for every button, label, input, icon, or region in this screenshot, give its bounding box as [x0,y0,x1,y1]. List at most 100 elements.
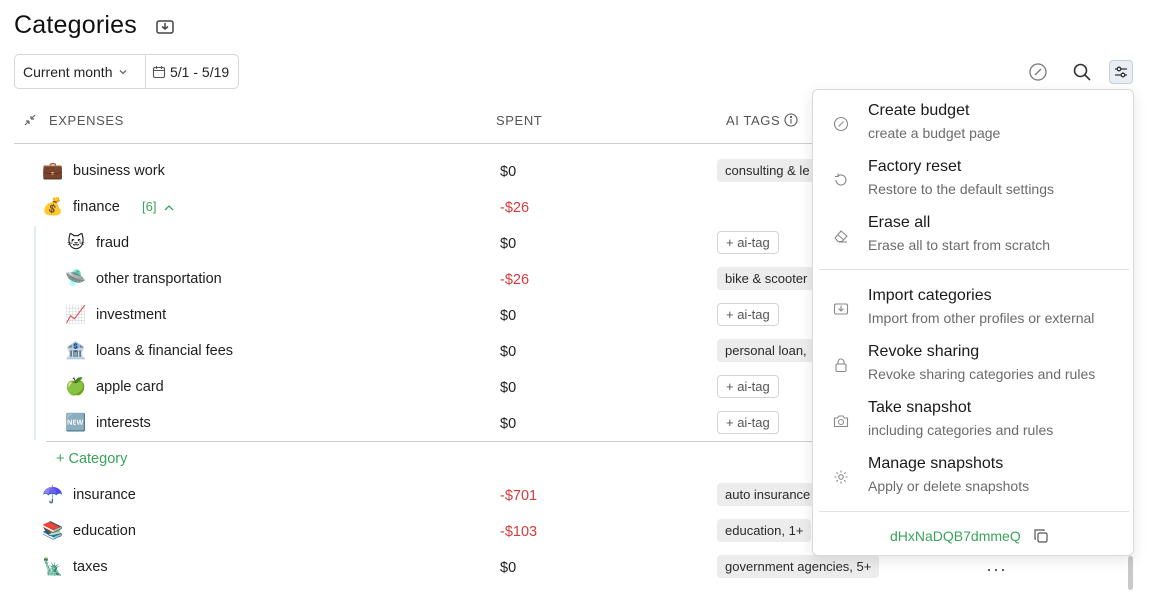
spent-amount: $0 [500,380,517,396]
row-more-options-icon[interactable]: ··· [986,559,1007,580]
category-emoji: 🛸 [65,269,87,288]
date-filter: Current month 5/1 - 5/19 [14,54,239,89]
info-icon[interactable] [784,113,798,127]
budget-toggle-icon[interactable] [1026,60,1050,84]
ai-tag-chip[interactable]: auto insurance [717,483,819,506]
menu-item-subtitle: Erase all to start from scratch [868,237,1051,253]
category-emoji: 🆕 [65,413,87,432]
category-name: interests [96,415,151,431]
menu-item-manage-snapshots[interactable]: Manage snapshots Apply or delete snapsho… [813,453,1133,505]
budget-icon [833,116,849,132]
menu-item-subtitle: Import from other profiles or external [868,310,1095,326]
spent-amount: $0 [500,308,517,324]
category-name: education [73,523,136,539]
spent-amount: $0 [500,416,517,432]
category-name: apple card [96,379,164,395]
spent-amount: $0 [500,344,517,360]
menu-item-subtitle: including categories and rules [868,422,1054,438]
download-icon[interactable] [155,17,175,37]
chevron-up-icon[interactable] [163,203,175,213]
ai-tag-chip[interactable]: education, 1+ [717,519,812,542]
import-icon [833,303,849,315]
share-token[interactable]: dHxNaDQB7dmmeQ [890,528,1021,544]
category-emoji: 🍏 [65,377,87,396]
table-row[interactable]: 📚 education -$103 education, 1+ [0,514,812,550]
table-row[interactable]: 🛸 other transportation -$26 bike & scoot… [0,262,816,298]
copy-icon[interactable] [1033,528,1049,544]
menu-item-subtitle: create a budget page [868,125,1001,141]
eraser-icon [834,230,848,243]
menu-item-subtitle: Apply or delete snapshots [868,478,1030,494]
category-name: finance [73,199,120,215]
table-row[interactable]: 📈 investment $0 + ai-tag [0,298,812,334]
add-ai-tag-button[interactable]: + ai-tag [717,411,779,434]
collapse-icon[interactable] [23,113,37,127]
menu-item-title: Factory reset [868,158,962,175]
settings-sliders-icon[interactable] [1109,60,1133,84]
menu-item-create-budget[interactable]: Create budget create a budget page [813,100,1133,152]
menu-item-subtitle: Revoke sharing categories and rules [868,366,1096,382]
table-row[interactable]: 🐱 fraud $0 + ai-tag [0,226,812,262]
menu-divider [819,269,1129,270]
spent-amount: $0 [500,236,517,252]
menu-item-title: Import categories [868,287,992,304]
menu-item-subtitle: Restore to the default settings [868,181,1054,197]
period-label: Current month [23,63,113,80]
category-name: insurance [73,487,136,503]
page-title: Categories [14,11,137,39]
menu-item-title: Erase all [868,214,931,231]
category-name: investment [96,307,167,323]
search-icon[interactable] [1070,60,1094,84]
add-ai-tag-button[interactable]: + ai-tag [717,231,779,254]
gear-icon [834,470,848,484]
spent-amount: -$26 [500,200,530,216]
spent-amount: -$701 [500,488,538,504]
menu-item-erase-all[interactable]: Erase all Erase all to start from scratc… [813,212,1133,264]
table-row[interactable]: 🏦 loans & financial fees $0 personal loa… [0,334,815,370]
table-row[interactable]: ☂️ insurance -$701 auto insurance [0,478,819,514]
category-emoji: 💼 [42,161,64,180]
spent-amount: $0 [500,164,517,180]
table-row[interactable]: 💰 finance [6] -$26 [0,190,812,226]
menu-item-title: Take snapshot [868,399,972,416]
ai-tag-chip[interactable]: bike & scooter [717,267,816,290]
ai-tag-chip[interactable]: consulting & le [717,159,818,182]
ai-tag-chip[interactable]: personal loan, [717,339,815,362]
subcategory-count: [6] [142,199,157,214]
table-row[interactable]: 🍏 apple card $0 + ai-tag [0,370,812,406]
category-emoji: 📈 [65,305,87,324]
menu-item-title: Manage snapshots [868,455,1004,472]
category-emoji: 🗽 [42,557,64,576]
category-emoji: ☂️ [42,485,64,504]
ai-tag-chip[interactable]: government agencies, 5+ [717,555,880,578]
category-name: fraud [96,235,130,251]
menu-item-revoke-sharing[interactable]: Revoke sharing Revoke sharing categories… [813,341,1133,393]
add-ai-tag-button[interactable]: + ai-tag [717,375,779,398]
menu-item-import-categories[interactable]: Import categories Import from other prof… [813,285,1133,337]
reset-icon [835,173,847,186]
subcategory-divider [46,441,812,442]
col-spent[interactable]: SPENT [496,113,542,128]
col-ai-tags[interactable]: AI TAGS [726,113,780,128]
scrollbar[interactable] [1128,556,1133,590]
spent-amount: $0 [500,560,517,576]
add-ai-tag-button[interactable]: + ai-tag [717,303,779,326]
chevron-down-icon [120,69,127,74]
spent-amount: -$103 [500,524,538,540]
add-category-button[interactable]: + Category [56,451,127,467]
table-row[interactable]: 🆕 interests $0 + ai-tag [0,406,812,442]
settings-menu: Create budget create a budget page Facto… [812,89,1134,556]
col-expenses[interactable]: EXPENSES [49,113,124,128]
spent-amount: -$26 [500,272,530,288]
menu-item-take-snapshot[interactable]: Take snapshot including categories and r… [813,397,1133,449]
date-range-picker[interactable]: 5/1 - 5/19 [146,55,229,88]
header-divider [14,143,814,144]
category-emoji: 💰 [42,197,64,216]
table-row[interactable]: 💼 business work $0 consulting & le [0,154,818,190]
menu-item-factory-reset[interactable]: Factory reset Restore to the default set… [813,156,1133,208]
period-select[interactable]: Current month [15,55,146,88]
table-row[interactable]: 🗽 taxes $0 government agencies, 5+ [0,550,880,586]
category-name: other transportation [96,271,222,287]
calendar-icon [152,65,166,78]
category-name: loans & financial fees [96,343,234,359]
